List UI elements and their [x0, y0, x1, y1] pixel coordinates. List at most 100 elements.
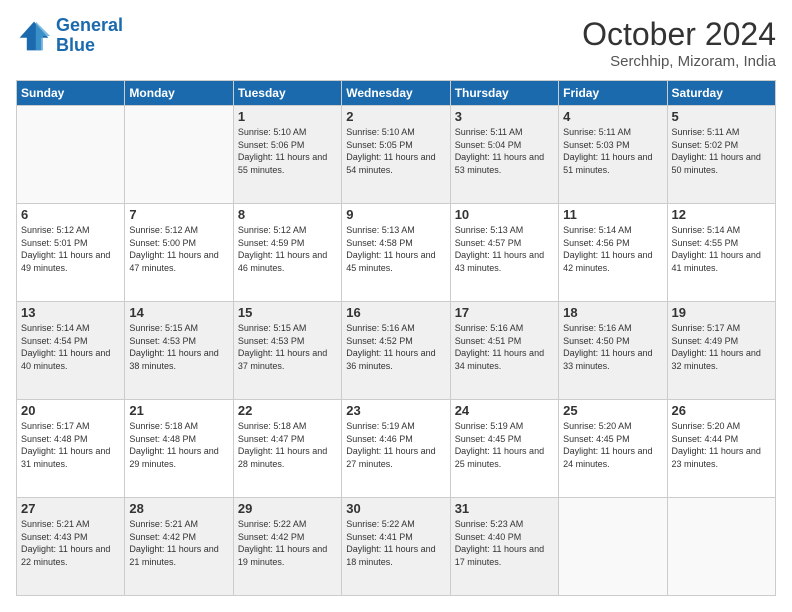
cell-info: Sunrise: 5:16 AMSunset: 4:52 PMDaylight:… — [346, 322, 445, 372]
cell-info: Sunrise: 5:18 AMSunset: 4:48 PMDaylight:… — [129, 420, 228, 470]
week-row-1: 1 Sunrise: 5:10 AMSunset: 5:06 PMDaylight… — [17, 106, 776, 204]
cell-info: Sunrise: 5:12 AMSunset: 5:00 PMDaylight:… — [129, 224, 228, 274]
header: General Blue October 2024 Serchhip, Mizo… — [16, 16, 776, 70]
calendar-cell: 11Sunrise: 5:14 AMSunset: 4:56 PMDayligh… — [559, 204, 667, 302]
calendar-cell: 12 Sunrise: 5:14 AMSunset: 4:55 PMDayligh… — [667, 204, 775, 302]
calendar-cell: 5Sunrise: 5:11 AMSunset: 5:02 PMDaylight… — [667, 106, 775, 204]
cell-info: Sunrise: 5:23 AMSunset: 4:40 PMDaylight:… — [455, 518, 554, 568]
calendar-cell: 24 Sunrise: 5:19 AMSunset: 4:45 PMDayligh… — [450, 400, 558, 498]
cell-info: Sunrise: 5:21 AMSunset: 4:42 PMDaylight:… — [129, 518, 228, 568]
calendar-cell: 6 Sunrise: 5:12 AMSunset: 5:01 PMDaylight… — [17, 204, 125, 302]
col-header-thursday: Thursday — [450, 81, 558, 106]
cell-info: Sunrise: 5:21 AMSunset: 4:43 PMDaylight:… — [21, 518, 120, 568]
cell-info: Sunrise: 5:14 AMSunset: 4:55 PMDaylight:… — [672, 224, 771, 274]
calendar-cell — [667, 498, 775, 596]
calendar-cell — [17, 106, 125, 204]
calendar-cell: 2 Sunrise: 5:10 AMSunset: 5:05 PMDaylight… — [342, 106, 450, 204]
cell-info: Sunrise: 5:11 AMSunset: 5:04 PMDaylight:… — [455, 126, 554, 176]
cell-info: Sunrise: 5:20 AMSunset: 4:45 PMDaylight:… — [563, 420, 662, 470]
month-title: October 2024 — [582, 16, 776, 53]
calendar-cell: 4Sunrise: 5:11 AMSunset: 5:03 PMDaylight… — [559, 106, 667, 204]
day-number: 27 — [21, 501, 120, 516]
calendar-cell: 14 Sunrise: 5:15 AMSunset: 4:53 PMDayligh… — [125, 302, 233, 400]
calendar-cell: 29 Sunrise: 5:22 AMSunset: 4:42 PMDayligh… — [233, 498, 341, 596]
calendar-cell: 8Sunrise: 5:12 AMSunset: 4:59 PMDaylight… — [233, 204, 341, 302]
cell-info: Sunrise: 5:22 AMSunset: 4:42 PMDaylight:… — [238, 518, 337, 568]
day-number: 15 — [238, 305, 337, 320]
cell-info: Sunrise: 5:16 AMSunset: 4:50 PMDaylight:… — [563, 322, 662, 372]
day-number: 23 — [346, 403, 445, 418]
calendar-cell: 13Sunrise: 5:14 AMSunset: 4:54 PMDayligh… — [17, 302, 125, 400]
calendar-cell: 1 Sunrise: 5:10 AMSunset: 5:06 PMDaylight… — [233, 106, 341, 204]
calendar-cell: 15 Sunrise: 5:15 AMSunset: 4:53 PMDayligh… — [233, 302, 341, 400]
col-header-saturday: Saturday — [667, 81, 775, 106]
calendar-cell: 10 Sunrise: 5:13 AMSunset: 4:57 PMDayligh… — [450, 204, 558, 302]
day-number: 3 — [455, 109, 554, 124]
day-number: 6 — [21, 207, 120, 222]
day-number: 16 — [346, 305, 445, 320]
col-header-tuesday: Tuesday — [233, 81, 341, 106]
day-number: 7 — [129, 207, 228, 222]
cell-info: Sunrise: 5:11 AMSunset: 5:02 PMDaylight:… — [672, 126, 771, 176]
calendar-cell: 19Sunrise: 5:17 AMSunset: 4:49 PMDayligh… — [667, 302, 775, 400]
calendar-cell: 28Sunrise: 5:21 AMSunset: 4:42 PMDayligh… — [125, 498, 233, 596]
cell-info: Sunrise: 5:20 AMSunset: 4:44 PMDaylight:… — [672, 420, 771, 470]
cell-info: Sunrise: 5:15 AMSunset: 4:53 PMDaylight:… — [238, 322, 337, 372]
cell-info: Sunrise: 5:10 AMSunset: 5:05 PMDaylight:… — [346, 126, 445, 176]
cell-info: Sunrise: 5:19 AMSunset: 4:46 PMDaylight:… — [346, 420, 445, 470]
calendar-cell: 30Sunrise: 5:22 AMSunset: 4:41 PMDayligh… — [342, 498, 450, 596]
day-number: 31 — [455, 501, 554, 516]
col-header-sunday: Sunday — [17, 81, 125, 106]
calendar-cell: 16 Sunrise: 5:16 AMSunset: 4:52 PMDayligh… — [342, 302, 450, 400]
cell-info: Sunrise: 5:18 AMSunset: 4:47 PMDaylight:… — [238, 420, 337, 470]
week-row-3: 13Sunrise: 5:14 AMSunset: 4:54 PMDayligh… — [17, 302, 776, 400]
logo-line1: General — [56, 15, 123, 35]
cell-info: Sunrise: 5:16 AMSunset: 4:51 PMDaylight:… — [455, 322, 554, 372]
calendar-cell: 9 Sunrise: 5:13 AMSunset: 4:58 PMDaylight… — [342, 204, 450, 302]
day-number: 26 — [672, 403, 771, 418]
logo-line2: Blue — [56, 35, 95, 55]
cell-info: Sunrise: 5:13 AMSunset: 4:58 PMDaylight:… — [346, 224, 445, 274]
day-number: 20 — [21, 403, 120, 418]
calendar-cell: 31 Sunrise: 5:23 AMSunset: 4:40 PMDayligh… — [450, 498, 558, 596]
cell-info: Sunrise: 5:19 AMSunset: 4:45 PMDaylight:… — [455, 420, 554, 470]
day-number: 21 — [129, 403, 228, 418]
cell-info: Sunrise: 5:15 AMSunset: 4:53 PMDaylight:… — [129, 322, 228, 372]
day-number: 30 — [346, 501, 445, 516]
logo-icon — [16, 18, 52, 54]
cell-info: Sunrise: 5:13 AMSunset: 4:57 PMDaylight:… — [455, 224, 554, 274]
cell-info: Sunrise: 5:12 AMSunset: 4:59 PMDaylight:… — [238, 224, 337, 274]
day-number: 29 — [238, 501, 337, 516]
day-number: 11 — [563, 207, 662, 222]
cell-info: Sunrise: 5:10 AMSunset: 5:06 PMDaylight:… — [238, 126, 337, 176]
day-number: 14 — [129, 305, 228, 320]
calendar-cell: 22 Sunrise: 5:18 AMSunset: 4:47 PMDayligh… — [233, 400, 341, 498]
day-number: 4 — [563, 109, 662, 124]
logo-text: General Blue — [56, 16, 123, 56]
day-number: 2 — [346, 109, 445, 124]
col-header-wednesday: Wednesday — [342, 81, 450, 106]
calendar-cell: 17 Sunrise: 5:16 AMSunset: 4:51 PMDayligh… — [450, 302, 558, 400]
day-number: 24 — [455, 403, 554, 418]
logo: General Blue — [16, 16, 123, 56]
header-row: SundayMondayTuesdayWednesdayThursdayFrid… — [17, 81, 776, 106]
day-number: 25 — [563, 403, 662, 418]
day-number: 17 — [455, 305, 554, 320]
cell-info: Sunrise: 5:12 AMSunset: 5:01 PMDaylight:… — [21, 224, 120, 274]
day-number: 9 — [346, 207, 445, 222]
calendar-cell: 25 Sunrise: 5:20 AMSunset: 4:45 PMDayligh… — [559, 400, 667, 498]
day-number: 12 — [672, 207, 771, 222]
calendar-table: SundayMondayTuesdayWednesdayThursdayFrid… — [16, 80, 776, 596]
day-number: 10 — [455, 207, 554, 222]
week-row-4: 20Sunrise: 5:17 AMSunset: 4:48 PMDayligh… — [17, 400, 776, 498]
col-header-friday: Friday — [559, 81, 667, 106]
day-number: 22 — [238, 403, 337, 418]
calendar-cell: 21 Sunrise: 5:18 AMSunset: 4:48 PMDayligh… — [125, 400, 233, 498]
location-title: Serchhip, Mizoram, India — [582, 53, 776, 70]
day-number: 19 — [672, 305, 771, 320]
week-row-5: 27 Sunrise: 5:21 AMSunset: 4:43 PMDayligh… — [17, 498, 776, 596]
week-row-2: 6 Sunrise: 5:12 AMSunset: 5:01 PMDaylight… — [17, 204, 776, 302]
calendar-cell: 7 Sunrise: 5:12 AMSunset: 5:00 PMDaylight… — [125, 204, 233, 302]
day-number: 1 — [238, 109, 337, 124]
calendar-cell: 27 Sunrise: 5:21 AMSunset: 4:43 PMDayligh… — [17, 498, 125, 596]
